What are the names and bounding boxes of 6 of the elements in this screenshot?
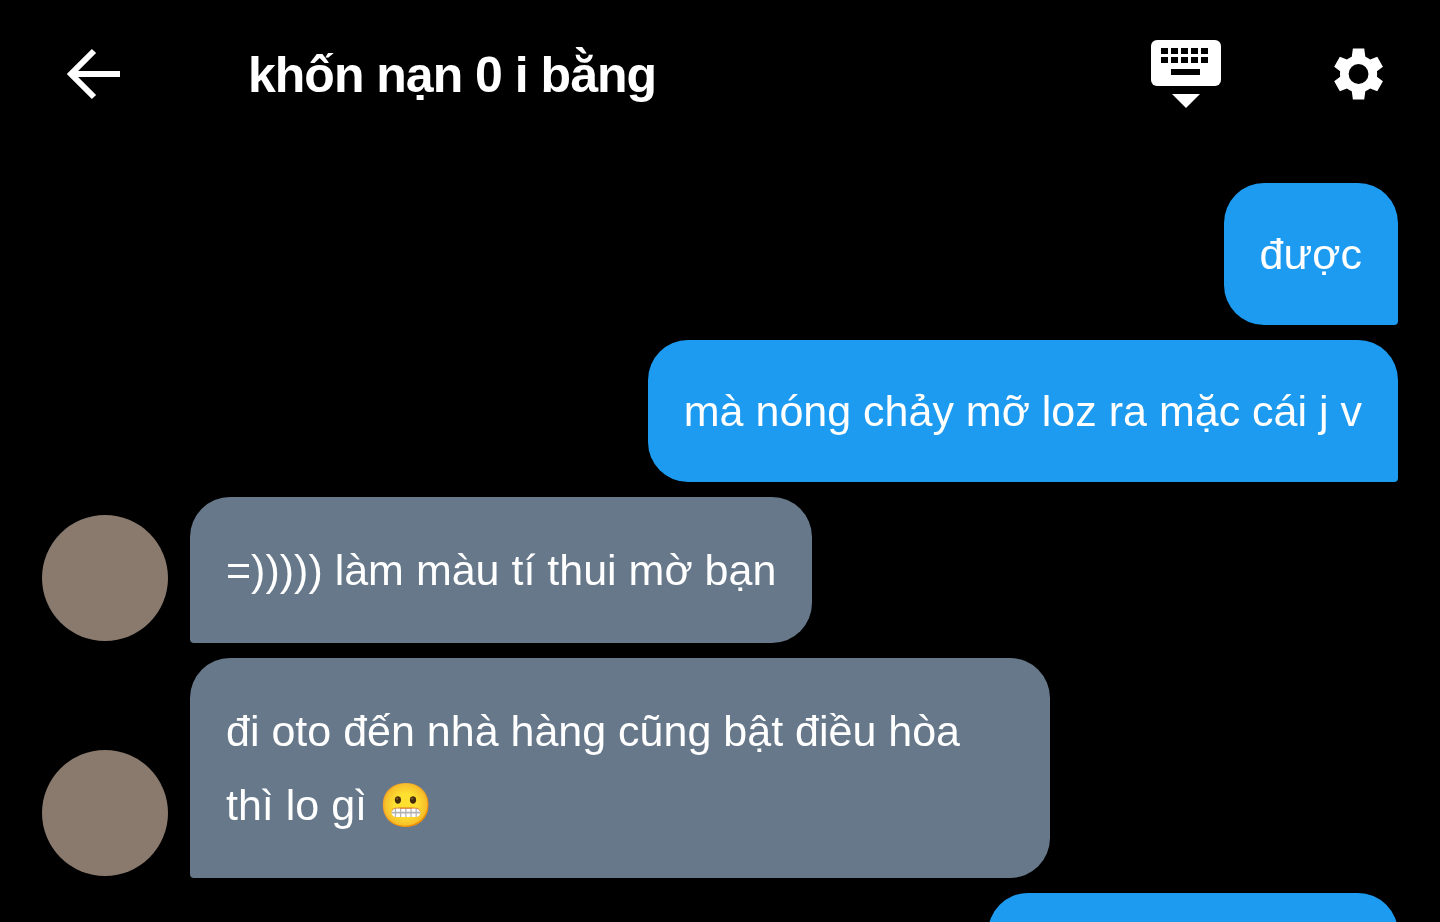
keyboard-icon (1150, 37, 1222, 110)
message-bubble: mà nóng chảy mỡ loz ra mặc cái j v (647, 340, 1398, 482)
message-bubble: được (1223, 183, 1398, 325)
message-bubble: =))))) làm màu tí thui mờ bạn (190, 497, 813, 643)
chat-title: khốn nạn 0 i bằng (248, 46, 658, 104)
message-bubble: đi oto đến nhà hàng cũng bật điều hòa thì lo gì 😬 (190, 658, 1050, 878)
